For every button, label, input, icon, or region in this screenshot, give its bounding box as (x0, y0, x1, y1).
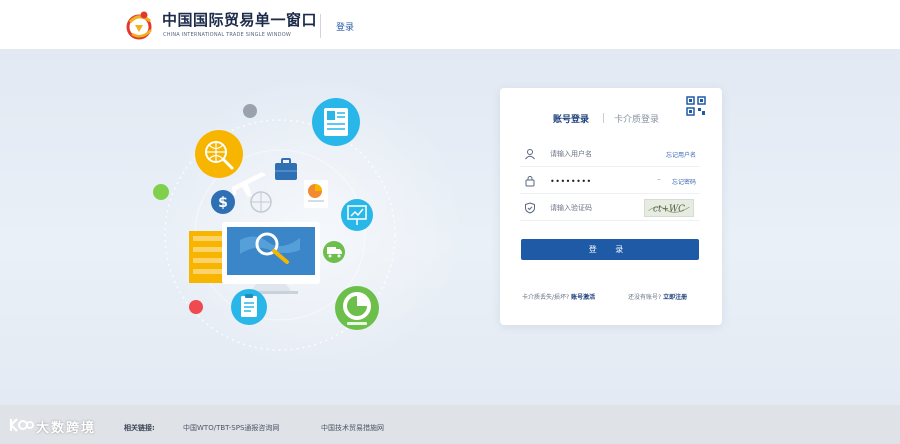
red-dot (189, 300, 203, 314)
user-icon (525, 149, 535, 160)
watermark: 大数跨境 (8, 415, 94, 439)
login-tabs: 账号登录 卡介质登录 (500, 112, 722, 128)
gray-dot (243, 104, 257, 118)
footer-bar: 大数跨境 相关链接: 中国WTO/TBT-SPS通报咨询网 中国技术贸易措施网 (0, 405, 900, 444)
svg-text:$: $ (218, 195, 228, 211)
captcha-text: ct+WC (653, 205, 685, 215)
username-input[interactable] (550, 146, 650, 162)
monitor-search-icon (222, 222, 320, 294)
password-row: ⌣ 忘记密码 (520, 170, 700, 194)
green-dot (153, 184, 169, 200)
main-banner: $ 账号登录 卡介质登录 请输入用户名 忘记用户名 •••••••• ⌣ 忘记密… (0, 50, 900, 405)
tab-account-login[interactable]: 账号登录 (553, 112, 589, 125)
register-link[interactable]: 立即注册 (663, 294, 687, 301)
watermark-text: 大数跨境 (36, 421, 97, 436)
footer-link-wto-tbt-sps[interactable]: 中国WTO/TBT-SPS通报咨询网 (183, 423, 279, 433)
forgot-username-link[interactable]: 忘记用户名 (666, 150, 696, 159)
top-header: 中国国际贸易单一窗口 CHINA INTERNATIONAL TRADE SIN… (0, 0, 900, 50)
truck-icon (323, 241, 345, 263)
donut-chart-icon (335, 286, 379, 330)
username-row: 忘记用户名 (520, 143, 700, 167)
card-lost-text: 卡介质丢失/损坏? (522, 294, 570, 301)
captcha-input[interactable] (550, 200, 650, 216)
register-note: 还没有账号? 立即注册 (628, 292, 687, 301)
dollar-icon: $ (211, 190, 235, 214)
header-divider (320, 14, 321, 38)
footer-link-tech-trade-measures[interactable]: 中国技术贸易措施网 (321, 423, 384, 433)
no-account-text: 还没有账号? (628, 294, 662, 301)
related-links-label: 相关链接: (124, 424, 155, 432)
forgot-password-link[interactable]: 忘记密码 (672, 177, 696, 186)
tab-card-login[interactable]: 卡介质登录 (614, 112, 659, 125)
trade-illustration: $ (153, 98, 396, 351)
logo-title-cn: 中国国际贸易单一窗口 (162, 11, 318, 29)
logo-title-en: CHINA INTERNATIONAL TRADE SINGLE WINDOW (163, 32, 291, 38)
eye-icon[interactable]: ⌣ (657, 176, 661, 184)
briefcase-icon (275, 158, 297, 180)
shield-icon (525, 202, 535, 214)
presentation-icon (341, 199, 373, 231)
watermark-logo-icon (9, 418, 34, 432)
card-lost-note: 卡介质丢失/损坏? 账号激活 (522, 292, 595, 301)
pie-chart-icon (304, 180, 328, 208)
lock-icon (525, 176, 535, 187)
document-icon (312, 98, 360, 146)
login-card: 账号登录 卡介质登录 忘记用户名 ⌣ 忘记密码 (500, 88, 722, 325)
captcha-image[interactable]: ct+WC (644, 199, 694, 217)
network-globe-icon (250, 191, 272, 213)
header-login-link[interactable]: 登录 (336, 20, 354, 33)
folder-stack-icon (189, 231, 227, 283)
login-submit-button[interactable]: 登 录 (521, 239, 699, 260)
clipboard-icon (231, 289, 267, 325)
password-input[interactable] (550, 173, 650, 189)
tab-separator (603, 113, 604, 123)
captcha-row: ct+WC (520, 197, 700, 221)
account-activate-link[interactable]: 账号激活 (571, 294, 595, 301)
globe-search-icon (195, 130, 243, 178)
single-window-logo-icon[interactable] (124, 8, 158, 42)
